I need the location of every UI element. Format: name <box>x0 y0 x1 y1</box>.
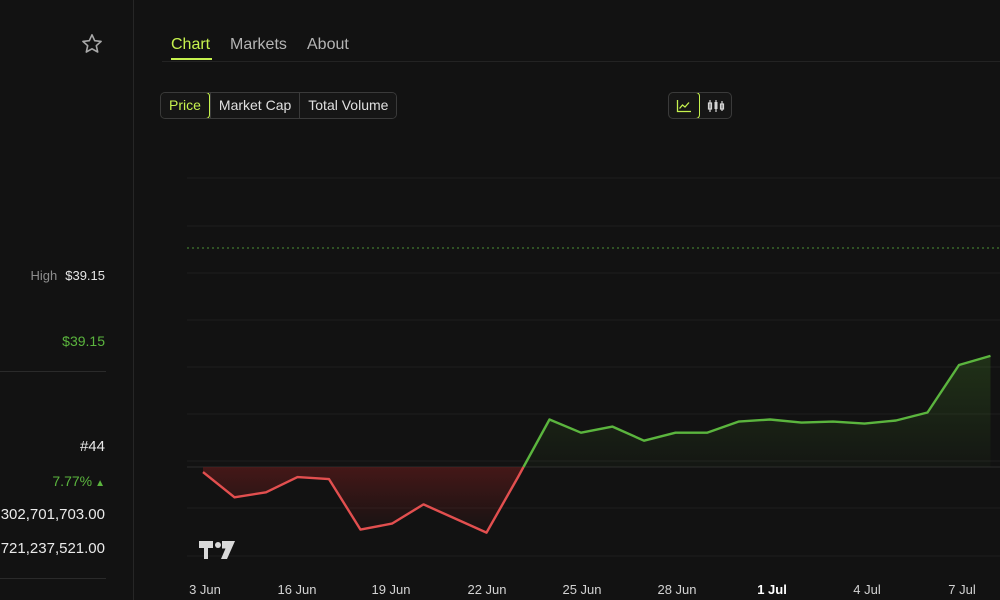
x-axis-ticks: 3 Jun 16 Jun 19 Jun 22 Jun 25 Jun 28 Jun 1 Jul… <box>189 582 976 597</box>
x-tick-label: 25 Jun <box>562 582 601 597</box>
current-price: $39.15 <box>62 333 105 349</box>
x-tick-label: 28 Jun <box>657 582 696 597</box>
stat-value-1: 302,701,703.00 <box>0 506 105 523</box>
divider <box>0 371 106 372</box>
market-rank: #44 <box>79 438 105 455</box>
stat-value-2: 721,237,521.00 <box>0 540 105 557</box>
line-chart-button[interactable] <box>669 93 700 118</box>
candlestick-button[interactable] <box>700 93 731 118</box>
star-icon <box>82 34 102 53</box>
active-tab-indicator <box>171 58 212 60</box>
x-tick-label: 22 Jun <box>467 582 506 597</box>
tab-chart[interactable]: Chart <box>171 36 210 54</box>
price-button[interactable]: Price <box>161 93 210 118</box>
x-tick-label: 1 Jul <box>757 582 787 597</box>
up-arrow-icon: ▲ <box>95 478 105 489</box>
line-chart-icon <box>676 99 691 112</box>
area-below-baseline <box>203 467 524 533</box>
detail-tabs <box>162 32 1000 62</box>
x-tick-label: 4 Jul <box>853 582 881 597</box>
area-above-baseline <box>523 355 991 467</box>
high-label: High <box>30 268 58 283</box>
tradingview-logo <box>199 541 235 559</box>
chart-grid <box>187 177 1000 557</box>
coin-info-panel: High $39.15 $39.15 #44 7.77% ▲ 302,701,703… <box>0 0 134 600</box>
chart-type-toggle <box>668 92 732 119</box>
tab-markets[interactable]: Markets <box>230 36 287 54</box>
x-tick-label: 16 Jun <box>277 582 316 597</box>
price-change-pct: 7.77% ▲ <box>52 473 105 489</box>
tab-about[interactable]: About <box>307 36 349 54</box>
x-tick-label: 3 Jun <box>189 582 221 597</box>
x-tick-label: 7 Jul <box>948 582 976 597</box>
market-cap-button[interactable]: Market Cap <box>209 93 300 118</box>
price-chart[interactable]: 3 Jun 16 Jun 19 Jun 22 Jun 25 Jun 28 Jun 1 Jul… <box>0 0 1000 600</box>
divider <box>0 578 106 579</box>
chart-area-fill <box>203 355 991 533</box>
metric-selector: Price Market Cap Total Volume <box>160 92 398 119</box>
high-price-row: High $39.15 <box>30 268 105 283</box>
price-change-value: 7.77% <box>52 473 93 489</box>
favorite-button[interactable] <box>80 32 104 56</box>
high-value: $39.15 <box>65 268 105 283</box>
candlestick-icon <box>707 99 724 112</box>
x-tick-label: 19 Jun <box>371 582 410 597</box>
total-volume-button[interactable]: Total Volume <box>299 93 397 118</box>
